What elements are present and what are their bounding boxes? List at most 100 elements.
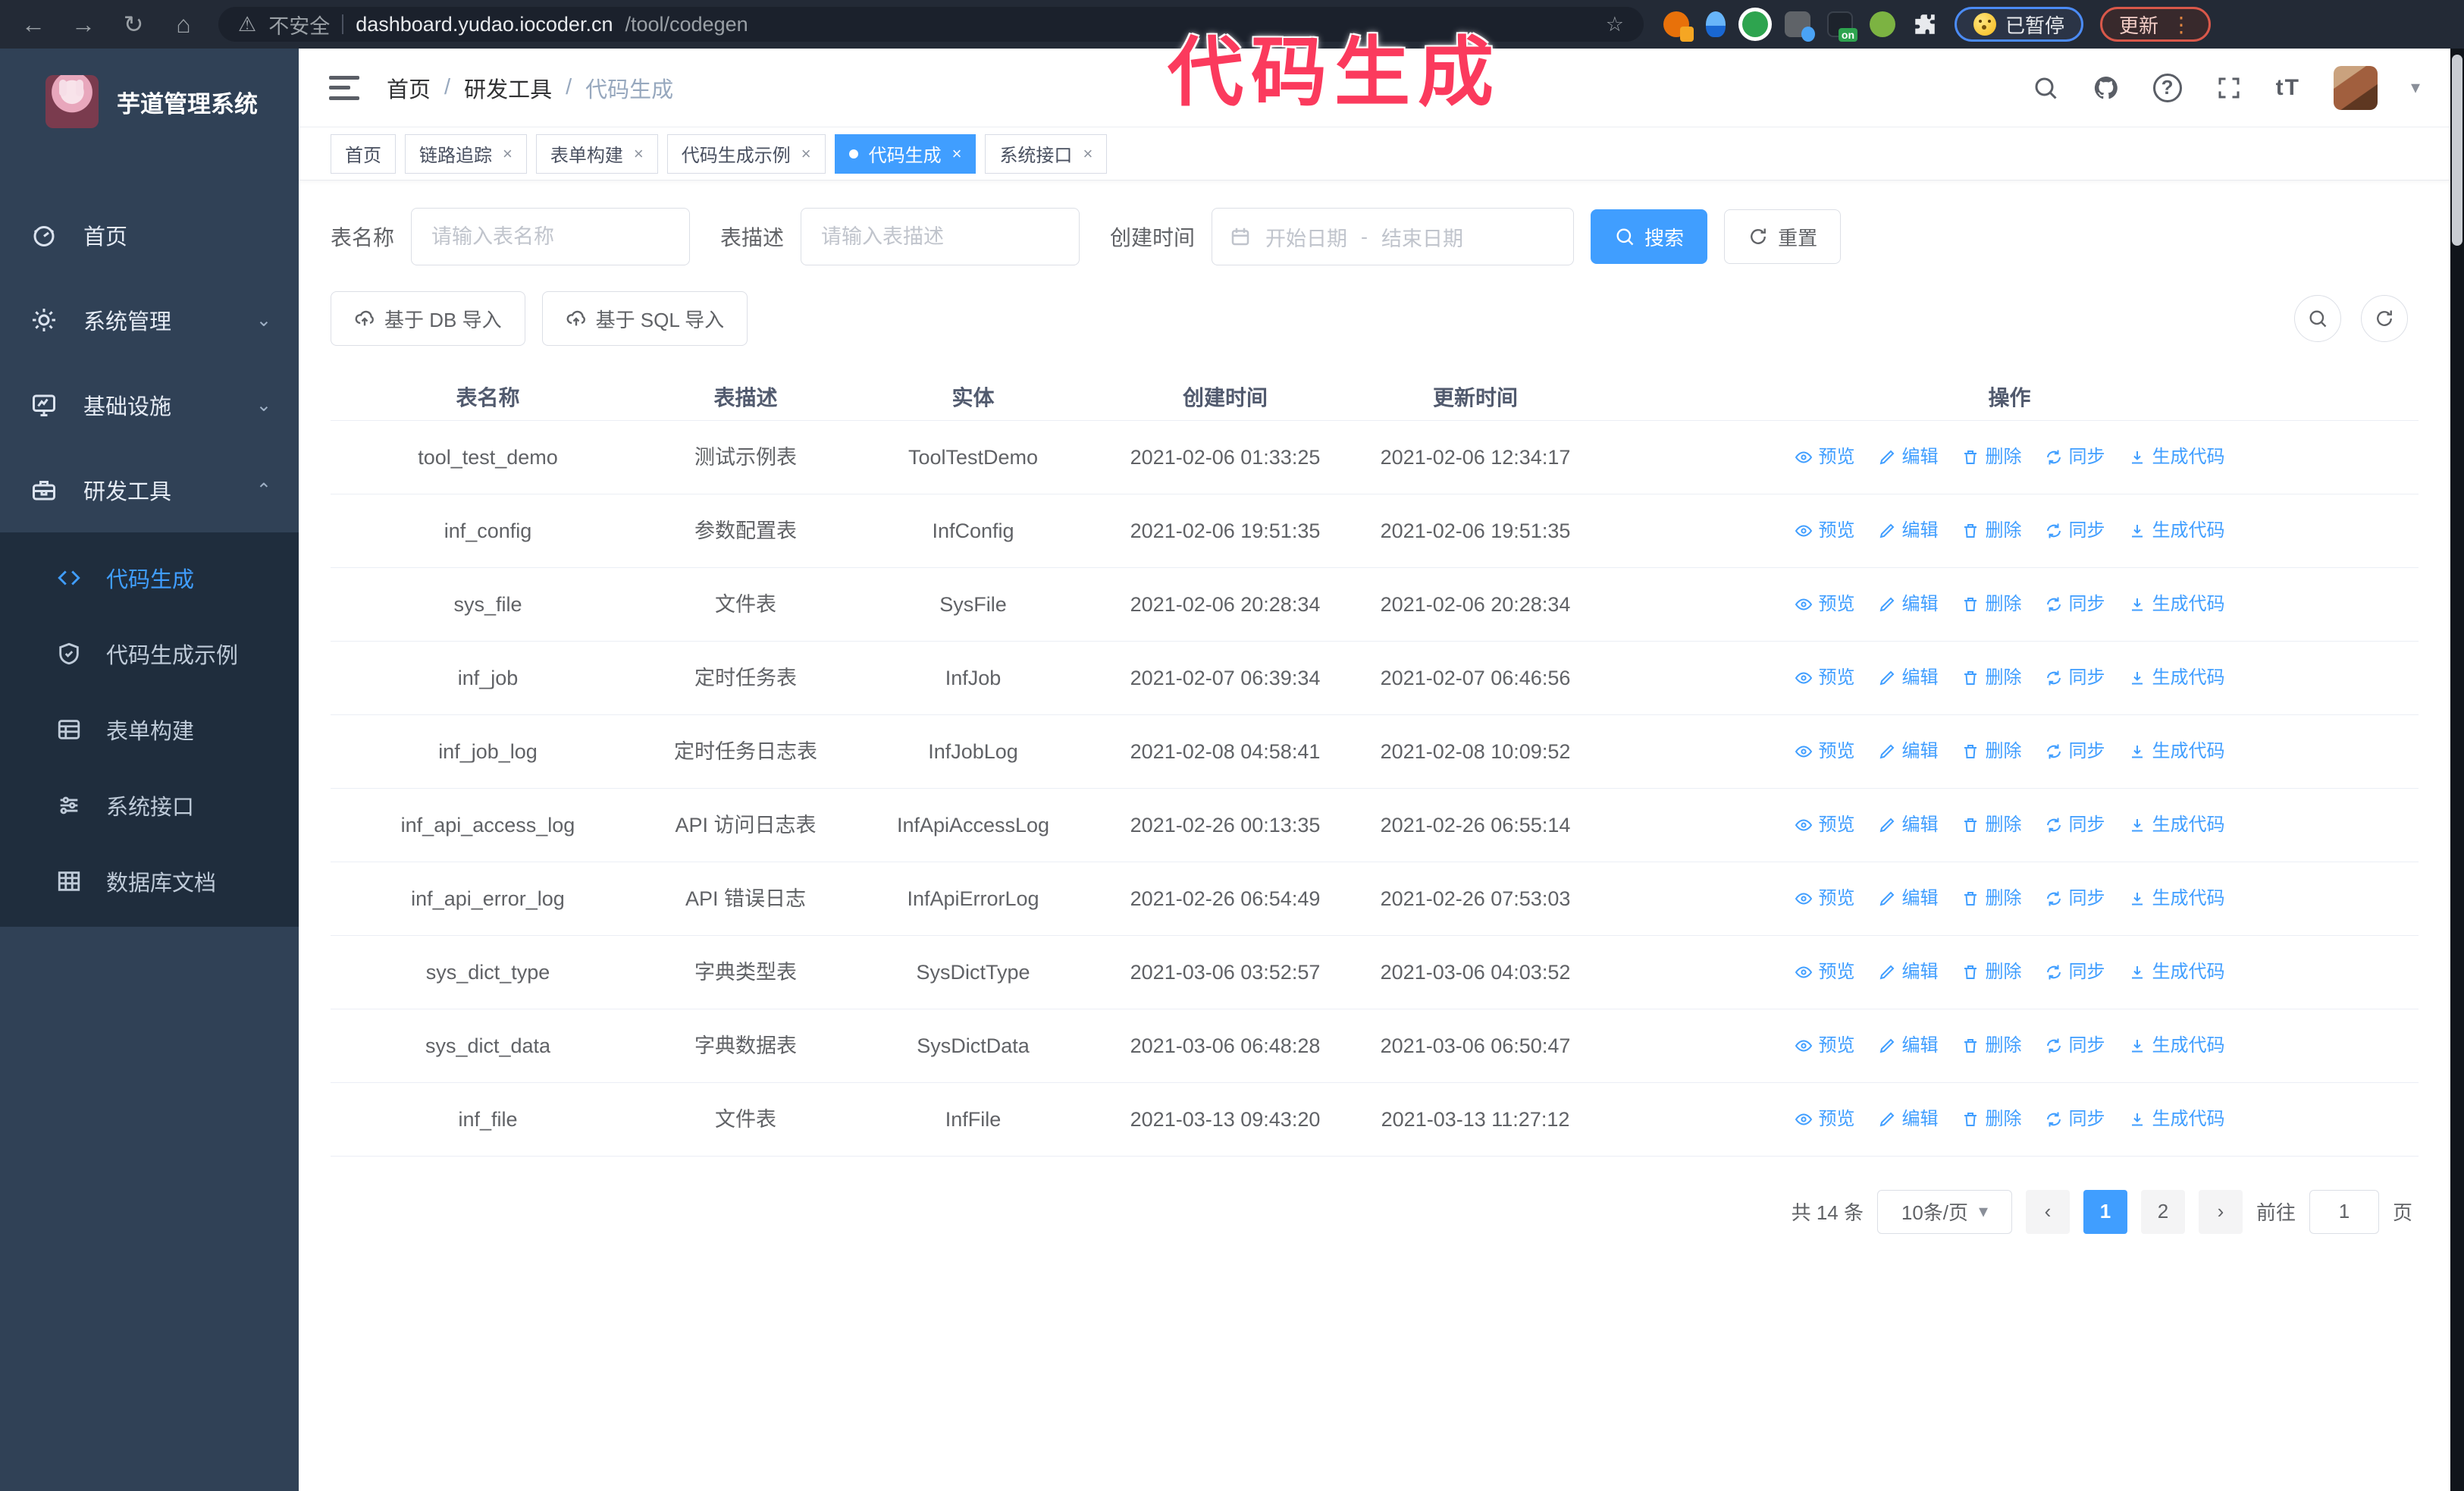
sync-link[interactable]: 同步	[2045, 735, 2105, 768]
sidebar-item-home[interactable]: 首页	[0, 193, 299, 278]
search-button[interactable]: 搜索	[1591, 209, 1708, 264]
tab-home[interactable]: 首页	[331, 133, 396, 174]
edit-link[interactable]: 编辑	[1878, 735, 1939, 768]
preview-link[interactable]: 预览	[1795, 514, 1855, 548]
extension-icon-dark-on[interactable]: on	[1827, 11, 1857, 42]
back-icon[interactable]: ←	[18, 9, 49, 39]
generate-code-link[interactable]: 生成代码	[2128, 588, 2225, 621]
sidebar-item-system[interactable]: 系统管理 ⌄	[0, 278, 299, 363]
import-sql-button[interactable]: 基于 SQL 导入	[541, 291, 748, 346]
extension-icon-orange[interactable]	[1663, 11, 1694, 42]
generate-code-link[interactable]: 生成代码	[2128, 1029, 2225, 1063]
toggle-search-button[interactable]	[2294, 295, 2341, 342]
next-page-button[interactable]: ›	[2198, 1189, 2243, 1234]
tab-system-api[interactable]: 系统接口 ×	[985, 133, 1108, 174]
window-scrollbar[interactable]	[2450, 49, 2464, 1491]
generate-code-link[interactable]: 生成代码	[2128, 956, 2225, 989]
tab-codegen-example[interactable]: 代码生成示例 ×	[666, 133, 826, 174]
home-icon[interactable]: ⌂	[168, 9, 199, 39]
date-start-placeholder[interactable]: 开始日期	[1265, 222, 1347, 252]
table-name-input[interactable]	[411, 208, 691, 265]
tab-form-builder[interactable]: 表单构建 ×	[535, 133, 658, 174]
reload-icon[interactable]: ↻	[118, 9, 149, 39]
extensions-puzzle-icon[interactable]	[1912, 11, 1938, 37]
delete-link[interactable]: 删除	[1961, 882, 2022, 915]
edit-link[interactable]: 编辑	[1878, 441, 1939, 474]
preview-link[interactable]: 预览	[1795, 661, 1855, 695]
close-icon[interactable]: ×	[801, 144, 811, 164]
generate-code-link[interactable]: 生成代码	[2128, 441, 2225, 474]
sync-link[interactable]: 同步	[2045, 1029, 2105, 1063]
date-range-picker[interactable]: 开始日期 - 结束日期	[1212, 208, 1575, 265]
page-button-2[interactable]: 2	[2140, 1189, 2185, 1234]
sync-link[interactable]: 同步	[2045, 588, 2105, 621]
preview-link[interactable]: 预览	[1795, 1103, 1855, 1136]
generate-code-link[interactable]: 生成代码	[2128, 735, 2225, 768]
user-avatar[interactable]	[2333, 65, 2378, 110]
app-logo-row[interactable]: 芋道管理系统	[0, 49, 299, 155]
delete-link[interactable]: 删除	[1961, 956, 2022, 989]
prev-page-button[interactable]: ‹	[2025, 1189, 2070, 1234]
delete-link[interactable]: 删除	[1961, 588, 2022, 621]
sidebar-item-system-api[interactable]: 系统接口	[0, 767, 299, 843]
edit-link[interactable]: 编辑	[1878, 1103, 1939, 1136]
tab-tracing[interactable]: 链路追踪 ×	[405, 133, 527, 174]
reset-button[interactable]: 重置	[1724, 209, 1842, 264]
preview-link[interactable]: 预览	[1795, 956, 1855, 989]
sidebar-item-codegen-example[interactable]: 代码生成示例	[0, 616, 299, 692]
sync-link[interactable]: 同步	[2045, 514, 2105, 548]
generate-code-link[interactable]: 生成代码	[2128, 661, 2225, 695]
extension-icon-gray-grid[interactable]	[1785, 11, 1815, 42]
close-icon[interactable]: ×	[503, 144, 513, 164]
sidebar-item-form-builder[interactable]: 表单构建	[0, 692, 299, 767]
browser-menu-dots-icon[interactable]: ⋮	[2171, 12, 2192, 37]
sync-link[interactable]: 同步	[2045, 882, 2105, 915]
edit-link[interactable]: 编辑	[1878, 882, 1939, 915]
sidebar-item-db-doc[interactable]: 数据库文档	[0, 843, 299, 919]
forward-icon[interactable]: →	[68, 9, 99, 39]
font-size-icon[interactable]: tT	[2276, 75, 2300, 101]
edit-link[interactable]: 编辑	[1878, 588, 1939, 621]
close-icon[interactable]: ×	[952, 144, 962, 164]
import-db-button[interactable]: 基于 DB 导入	[331, 291, 525, 346]
delete-link[interactable]: 删除	[1961, 441, 2022, 474]
preview-link[interactable]: 预览	[1795, 441, 1855, 474]
hamburger-icon[interactable]	[329, 75, 359, 100]
search-icon[interactable]	[2032, 74, 2059, 102]
edit-link[interactable]: 编辑	[1878, 808, 1939, 842]
close-icon[interactable]: ×	[1083, 144, 1092, 164]
preview-link[interactable]: 预览	[1795, 1029, 1855, 1063]
extension-icon-green-check[interactable]	[1742, 11, 1768, 37]
delete-link[interactable]: 删除	[1961, 514, 2022, 548]
generate-code-link[interactable]: 生成代码	[2128, 1103, 2225, 1136]
sync-link[interactable]: 同步	[2045, 441, 2105, 474]
delete-link[interactable]: 删除	[1961, 1029, 2022, 1063]
breadcrumb-section[interactable]: 研发工具	[464, 72, 552, 104]
sidebar-item-devtools[interactable]: 研发工具 ⌃	[0, 447, 299, 532]
edit-link[interactable]: 编辑	[1878, 514, 1939, 548]
delete-link[interactable]: 删除	[1961, 808, 2022, 842]
page-size-select[interactable]: 10条/页 ▾	[1876, 1189, 2012, 1234]
page-button-1[interactable]: 1	[2083, 1189, 2127, 1234]
extension-icon-blue-kite[interactable]	[1706, 11, 1726, 37]
sync-link[interactable]: 同步	[2045, 956, 2105, 989]
edit-link[interactable]: 编辑	[1878, 661, 1939, 695]
fullscreen-icon[interactable]	[2215, 74, 2243, 102]
tab-codegen[interactable]: 代码生成 ×	[834, 133, 977, 174]
browser-update-button[interactable]: 更新 ⋮	[2100, 7, 2212, 42]
sync-link[interactable]: 同步	[2045, 808, 2105, 842]
extension-icon-green-frog[interactable]	[1870, 11, 1895, 37]
date-end-placeholder[interactable]: 结束日期	[1381, 222, 1463, 252]
help-icon[interactable]: ?	[2152, 73, 2182, 102]
goto-page-input[interactable]	[2309, 1189, 2379, 1234]
bookmark-star-icon[interactable]: ☆	[1606, 13, 1624, 36]
refresh-table-button[interactable]	[2361, 295, 2408, 342]
delete-link[interactable]: 删除	[1961, 735, 2022, 768]
preview-link[interactable]: 预览	[1795, 808, 1855, 842]
sidebar-item-codegen[interactable]: 代码生成	[0, 540, 299, 616]
delete-link[interactable]: 删除	[1961, 661, 2022, 695]
edit-link[interactable]: 编辑	[1878, 956, 1939, 989]
edit-link[interactable]: 编辑	[1878, 1029, 1939, 1063]
preview-link[interactable]: 预览	[1795, 882, 1855, 915]
generate-code-link[interactable]: 生成代码	[2128, 882, 2225, 915]
